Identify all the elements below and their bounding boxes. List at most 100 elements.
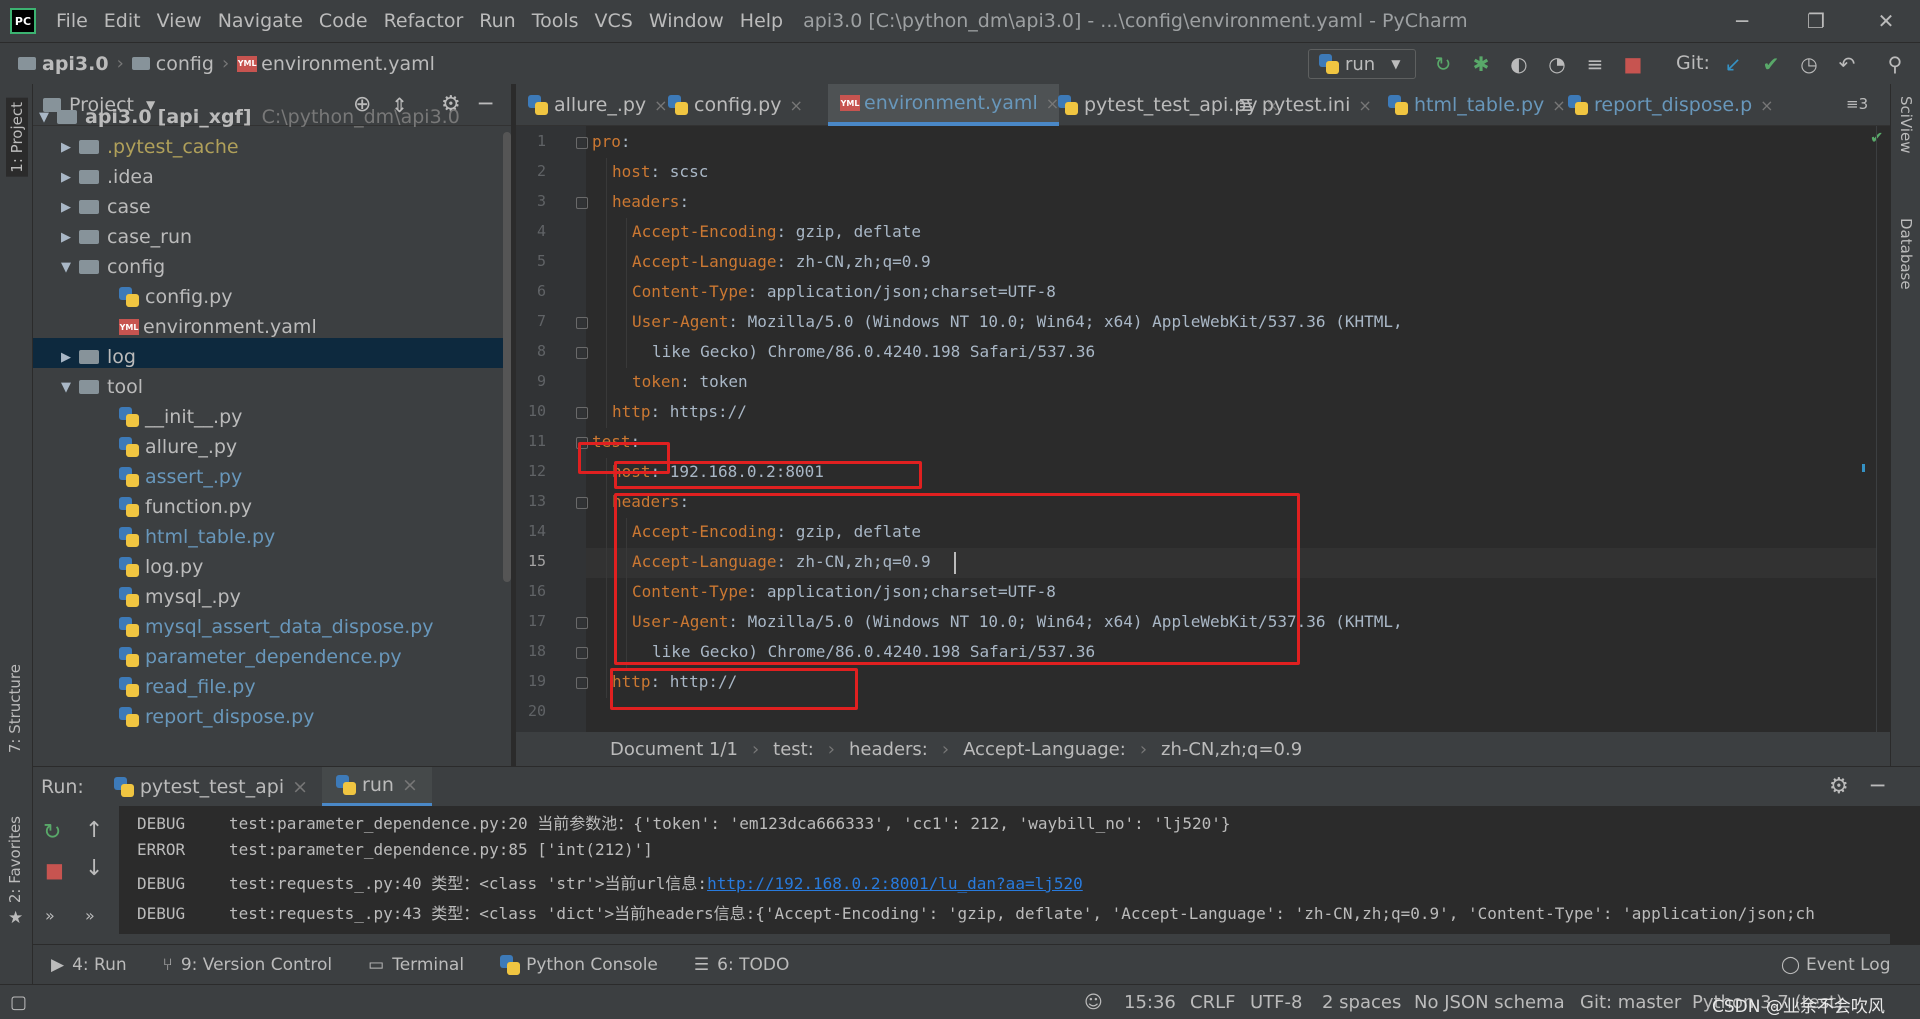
- git-branch[interactable]: Git: master: [1580, 992, 1681, 1013]
- restore-icon[interactable]: ❐: [1796, 6, 1836, 36]
- tree-folder[interactable]: ▶ case_run: [61, 222, 192, 252]
- menu-refactor[interactable]: Refactor: [376, 10, 472, 32]
- more-icon[interactable]: »: [85, 906, 95, 925]
- fold-marker-icon[interactable]: [576, 647, 588, 659]
- run-tab-run[interactable]: run ×: [322, 766, 432, 807]
- stop-icon[interactable]: ■: [1622, 52, 1644, 76]
- tree-file[interactable]: report_dispose.py: [119, 702, 314, 732]
- tree-file[interactable]: parameter_dependence.py: [119, 642, 402, 672]
- tab-overflow[interactable]: ≡3: [1846, 95, 1868, 113]
- line-separator[interactable]: CRLF: [1190, 992, 1235, 1013]
- editor-scrollbar[interactable]: [1876, 126, 1877, 732]
- gear-icon[interactable]: ⚙: [1829, 774, 1849, 799]
- tree-file[interactable]: html_table.py: [119, 522, 275, 552]
- close-tab-icon[interactable]: ×: [790, 96, 803, 115]
- minimize-icon[interactable]: ─: [1722, 6, 1762, 36]
- fold-marker-icon[interactable]: [576, 137, 588, 149]
- editor-tab[interactable]: YML environment.yaml ×: [828, 84, 1060, 126]
- editor-crumb[interactable]: Accept-Language:: [963, 739, 1126, 760]
- menu-navigate[interactable]: Navigate: [210, 10, 311, 32]
- tool-tab-run[interactable]: ▶ 4: Run: [33, 955, 145, 975]
- stop-icon[interactable]: ■: [45, 858, 64, 882]
- history-icon[interactable]: ◷: [1798, 52, 1820, 76]
- tree-file[interactable]: function.py: [119, 492, 252, 522]
- menu-file[interactable]: File: [48, 10, 96, 32]
- project-scrollbar[interactable]: [503, 132, 511, 582]
- rollback-icon[interactable]: ↶: [1836, 52, 1858, 76]
- fold-marker-icon[interactable]: [576, 617, 588, 629]
- tool-tab-project[interactable]: 1: Project: [6, 98, 28, 177]
- profile-icon[interactable]: ◔: [1546, 52, 1568, 76]
- tree-folder[interactable]: ▶ .idea: [61, 162, 154, 192]
- close-tab-icon[interactable]: ×: [1760, 96, 1773, 115]
- fold-marker-icon[interactable]: [576, 347, 588, 359]
- tree-file[interactable]: YML environment.yaml: [119, 312, 317, 342]
- tree-folder[interactable]: ▼ tool: [61, 372, 143, 402]
- tree-folder[interactable]: ▶ .pytest_cache: [61, 132, 239, 162]
- run-tab-pytest[interactable]: pytest_test_api ×: [100, 767, 322, 807]
- editor-crumb[interactable]: headers:: [849, 739, 928, 760]
- editor-tab[interactable]: config.py ×: [656, 84, 803, 126]
- search-icon[interactable]: ⚲: [1884, 52, 1906, 76]
- nav-crumb-file[interactable]: YML environment.yaml: [233, 53, 439, 75]
- console-horizontal-scrollbar[interactable]: [119, 934, 1890, 944]
- run-configuration-select[interactable]: run ▼: [1308, 49, 1416, 79]
- tree-file[interactable]: __init__.py: [119, 402, 242, 432]
- close-tab-icon[interactable]: ×: [1358, 96, 1371, 115]
- expand-arrow-icon[interactable]: ▶: [61, 230, 79, 245]
- hide-panel-icon[interactable]: ─: [1871, 774, 1884, 799]
- editor-tab[interactable]: ≣ pytest.ini ×: [1226, 84, 1372, 126]
- menu-code[interactable]: Code: [311, 10, 376, 32]
- editor-crumb[interactable]: test:: [773, 739, 814, 760]
- nav-crumb-project[interactable]: api3.0: [14, 53, 113, 75]
- tree-file[interactable]: log.py: [119, 552, 203, 582]
- debug-icon[interactable]: ✱: [1470, 52, 1492, 76]
- tree-folder[interactable]: ▶ case: [61, 192, 151, 222]
- nav-crumb-config[interactable]: config: [128, 53, 218, 75]
- expand-arrow-icon[interactable]: ▶: [61, 200, 79, 215]
- tree-file[interactable]: mysql_assert_data_dispose.py: [119, 612, 434, 642]
- inspector-icon[interactable]: ☺: [1084, 992, 1103, 1013]
- close-tab-icon[interactable]: ×: [402, 774, 418, 796]
- close-tab-icon[interactable]: ×: [292, 776, 308, 798]
- tool-tab-python-console[interactable]: Python Console: [482, 954, 676, 975]
- more-icon[interactable]: »: [45, 906, 55, 925]
- collapse-arrow-icon[interactable]: ▼: [61, 260, 79, 275]
- collapse-arrow-icon[interactable]: ▼: [61, 380, 79, 395]
- tool-tab-sciview[interactable]: SciView: [1897, 96, 1915, 154]
- event-log[interactable]: ◯ Event Log: [1763, 955, 1909, 975]
- fold-marker-icon[interactable]: [576, 317, 588, 329]
- tree-folder[interactable]: ▼ config: [61, 252, 165, 282]
- editor-tab[interactable]: allure_.py ×: [516, 84, 668, 126]
- expand-arrow-icon[interactable]: ▼: [39, 110, 57, 125]
- editor-crumb[interactable]: Document 1/1: [610, 739, 738, 760]
- file-encoding[interactable]: UTF-8: [1250, 992, 1302, 1013]
- scroll-down-icon[interactable]: ↓: [85, 856, 103, 881]
- tree-file[interactable]: mysql_.py: [119, 582, 241, 612]
- tree-folder[interactable]: ▶ log: [61, 342, 136, 372]
- toggle-tool-windows-icon[interactable]: ▢: [10, 992, 27, 1013]
- fold-marker-icon[interactable]: [576, 677, 588, 689]
- editor-tab[interactable]: report_dispose.p ×: [1556, 84, 1774, 126]
- expand-arrow-icon[interactable]: ▶: [61, 350, 79, 365]
- editor-crumb[interactable]: zh-CN,zh;q=0.9: [1161, 739, 1302, 760]
- build-icon[interactable]: ≡: [1584, 52, 1606, 76]
- menu-run[interactable]: Run: [471, 10, 523, 32]
- close-window-icon[interactable]: ✕: [1866, 6, 1906, 36]
- code-editor[interactable]: pro: host: scsc headers: Accept-Encoding: g…: [576, 126, 1890, 732]
- rerun-icon[interactable]: ↻: [1432, 52, 1454, 76]
- hide-panel-icon[interactable]: ─: [479, 92, 492, 117]
- menu-view[interactable]: View: [149, 10, 210, 32]
- indent-setting[interactable]: 2 spaces: [1322, 992, 1401, 1013]
- expand-arrow-icon[interactable]: ▶: [61, 170, 79, 185]
- run-console[interactable]: DEBUG test:parameter_dependence.py:20 当前参…: [119, 806, 1890, 944]
- git-commit-icon[interactable]: ✔: [1760, 52, 1782, 76]
- log-url-link[interactable]: http://192.168.0.2:8001/lu_dan?aa=lj520: [707, 874, 1083, 893]
- tool-tab-database[interactable]: Database: [1897, 218, 1915, 290]
- menu-tools[interactable]: Tools: [524, 10, 587, 32]
- caret-position[interactable]: 15:36: [1124, 992, 1176, 1013]
- expand-arrow-icon[interactable]: ▶: [61, 140, 79, 155]
- fold-marker-icon[interactable]: [576, 497, 588, 509]
- git-update-icon[interactable]: ↙: [1722, 52, 1744, 76]
- menu-window[interactable]: Window: [641, 10, 732, 32]
